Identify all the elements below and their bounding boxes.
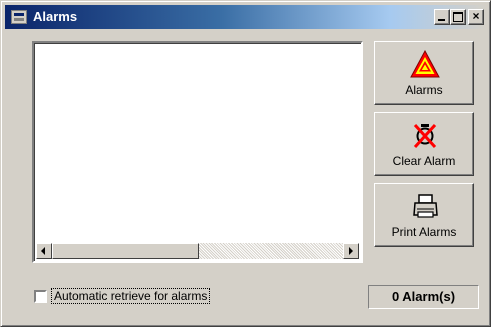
close-icon: × <box>472 9 480 23</box>
warning-triangle-icon <box>410 50 440 78</box>
alarms-button-label: Alarms <box>405 83 443 97</box>
clear-alarm-button[interactable]: Clear Alarm <box>374 112 474 176</box>
scroll-right-button[interactable] <box>343 243 359 259</box>
window-app-icon <box>11 10 27 24</box>
alarm-count-display: 0 Alarm(s) <box>368 285 479 309</box>
alarms-window: Alarms × Alarms Clear Alarm Print Alarms… <box>0 0 491 327</box>
print-alarms-button[interactable]: Print Alarms <box>374 183 474 247</box>
maximize-button[interactable] <box>450 9 466 25</box>
printer-icon <box>413 194 438 218</box>
title-bar[interactable]: Alarms × <box>5 5 486 29</box>
clear-alarm-button-label: Clear Alarm <box>392 154 456 168</box>
scroll-thumb[interactable] <box>52 243 199 259</box>
alarm-list[interactable] <box>32 41 363 263</box>
alarms-button[interactable]: Alarms <box>374 41 474 105</box>
auto-retrieve-checkbox[interactable] <box>34 290 47 303</box>
close-button[interactable]: × <box>468 9 484 25</box>
scroll-left-button[interactable] <box>36 243 52 259</box>
window-title: Alarms <box>33 9 78 24</box>
print-alarms-button-label: Print Alarms <box>391 225 457 239</box>
minimize-button[interactable] <box>434 9 450 25</box>
clear-alarm-icon <box>413 123 437 149</box>
horizontal-scrollbar[interactable] <box>36 243 359 259</box>
auto-retrieve-label[interactable]: Automatic retrieve for alarms <box>51 288 211 304</box>
